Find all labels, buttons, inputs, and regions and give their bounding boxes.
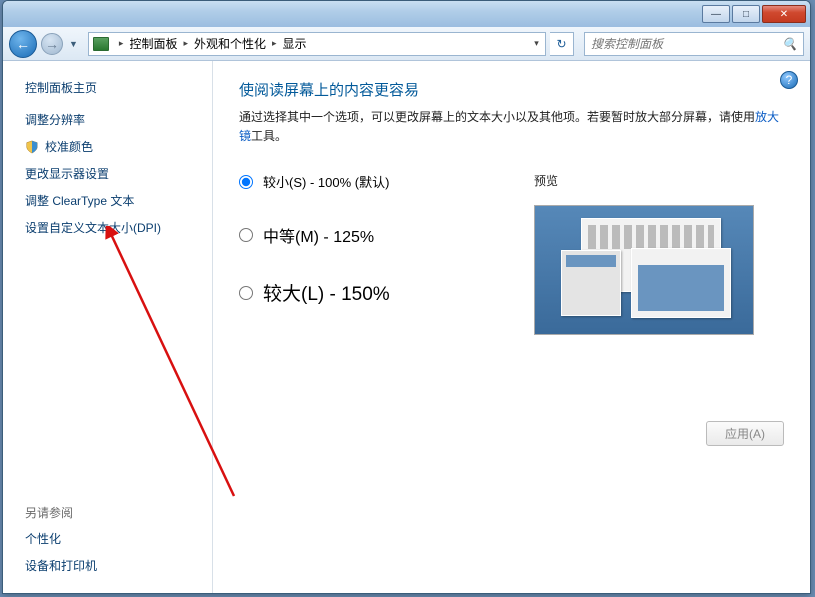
radio-label: 较大(L) - 150% <box>263 279 390 306</box>
sidebar-item-custom-dpi[interactable]: 设置自定义文本大小(DPI) <box>3 214 212 241</box>
back-button[interactable]: ← <box>9 30 37 58</box>
sidebar-item-cleartype[interactable]: 调整 ClearType 文本 <box>3 187 212 214</box>
content-area: 控制面板主页 调整分辨率 校准颜色 更改显示器设置 调整 ClearType 文… <box>3 61 810 593</box>
sidebar-item-display-settings[interactable]: 更改显示器设置 <box>3 160 212 187</box>
forward-button[interactable]: → <box>41 33 63 55</box>
sidebar: 控制面板主页 调整分辨率 校准颜色 更改显示器设置 调整 ClearType 文… <box>3 61 213 593</box>
close-button[interactable]: ✕ <box>762 5 806 23</box>
preview-title: 预览 <box>534 172 784 189</box>
desc-suffix: 工具。 <box>251 129 287 143</box>
search-input[interactable] <box>591 37 776 51</box>
page-title: 使阅读屏幕上的内容更容易 <box>239 79 784 100</box>
breadcrumb-sep: ▸ <box>179 38 192 49</box>
desc-text: 通过选择其中一个选项，可以更改屏幕上的文本大小以及其他项。若要暂时放大部分屏幕，… <box>239 110 755 124</box>
help-button[interactable]: ? <box>780 71 798 89</box>
size-options: 较小(S) - 100% (默认) 中等(M) - 125% 较大(L) - 1… <box>239 172 534 338</box>
breadcrumb-item[interactable]: 外观和个性化 <box>192 35 268 52</box>
refresh-button[interactable]: ↻ <box>550 32 574 56</box>
page-description: 通过选择其中一个选项，可以更改屏幕上的文本大小以及其他项。若要暂时放大部分屏幕，… <box>239 108 784 146</box>
breadcrumb-sep: ▸ <box>268 38 281 49</box>
radio-large[interactable] <box>239 286 253 300</box>
see-also-personalization[interactable]: 个性化 <box>3 525 212 552</box>
sidebar-item-label: 校准颜色 <box>45 138 93 155</box>
preview-column: 预览 <box>534 172 784 335</box>
breadcrumb-item[interactable]: 控制面板 <box>127 35 179 52</box>
radio-label: 较小(S) - 100% (默认) <box>263 172 389 191</box>
radio-medium[interactable] <box>239 228 253 242</box>
history-dropdown[interactable]: ▼ <box>69 39 78 49</box>
see-also-devices[interactable]: 设备和打印机 <box>3 552 212 579</box>
main-panel: ? 使阅读屏幕上的内容更容易 通过选择其中一个选项，可以更改屏幕上的文本大小以及… <box>213 61 810 593</box>
breadcrumb-item[interactable]: 显示 <box>281 35 309 52</box>
sidebar-item-resolution[interactable]: 调整分辨率 <box>3 106 212 133</box>
radio-small[interactable] <box>239 175 253 189</box>
sidebar-home[interactable]: 控制面板主页 <box>3 75 212 106</box>
see-also-title: 另请参阅 <box>3 500 212 525</box>
control-panel-icon <box>93 37 109 51</box>
apply-button[interactable]: 应用(A) <box>706 421 784 446</box>
sidebar-item-calibrate[interactable]: 校准颜色 <box>3 133 212 160</box>
size-option-small[interactable]: 较小(S) - 100% (默认) <box>239 172 534 191</box>
toolbar: ← → ▼ ▸ 控制面板 ▸ 外观和个性化 ▸ 显示 ▾ ↻ 🔍 <box>3 27 810 61</box>
titlebar[interactable]: — □ ✕ <box>3 1 810 27</box>
breadcrumb-sep: ▸ <box>115 38 128 49</box>
size-option-medium[interactable]: 中等(M) - 125% <box>239 223 534 247</box>
address-dropdown[interactable]: ▾ <box>527 38 545 49</box>
size-option-large[interactable]: 较大(L) - 150% <box>239 279 534 306</box>
maximize-button[interactable]: □ <box>732 5 760 23</box>
window-frame: — □ ✕ ← → ▼ ▸ 控制面板 ▸ 外观和个性化 ▸ 显示 ▾ ↻ 🔍 控… <box>2 0 811 594</box>
minimize-button[interactable]: — <box>702 5 730 23</box>
address-bar[interactable]: ▸ 控制面板 ▸ 外观和个性化 ▸ 显示 ▾ <box>88 32 546 56</box>
search-box[interactable]: 🔍 <box>584 32 804 56</box>
preview-image <box>534 205 754 335</box>
radio-label: 中等(M) - 125% <box>263 223 374 247</box>
search-icon: 🔍 <box>782 37 797 51</box>
shield-icon <box>25 140 39 154</box>
